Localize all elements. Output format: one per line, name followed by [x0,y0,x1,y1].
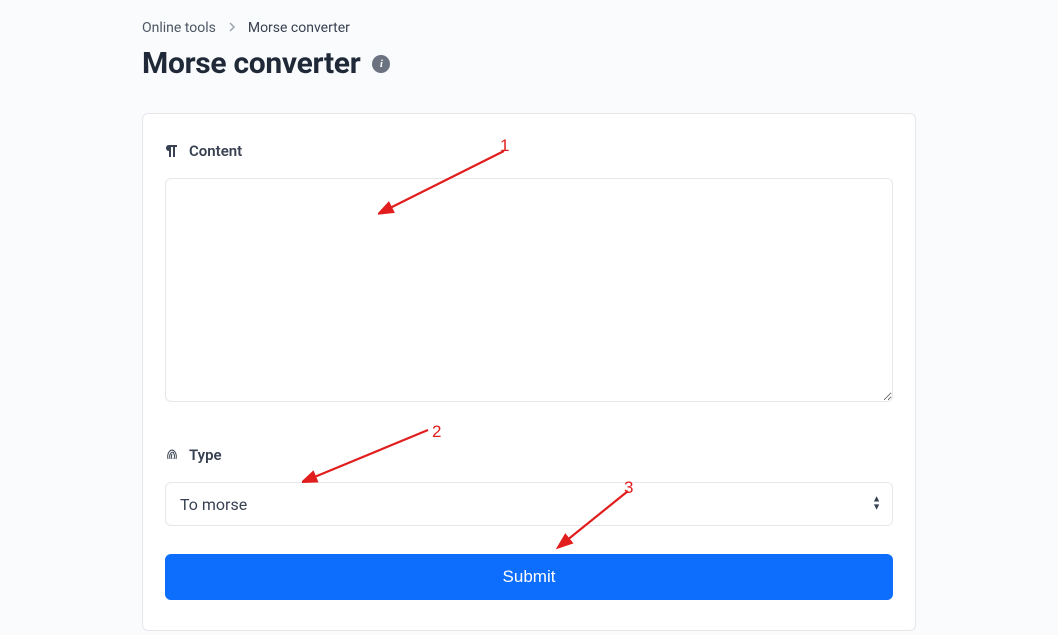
annotation-number-3: 3 [624,478,633,498]
type-field-group: Type To morse ▲▼ [165,446,893,526]
breadcrumb-root-link[interactable]: Online tools [142,20,216,36]
paragraph-icon [165,144,179,158]
type-select-wrap: To morse ▲▼ [165,482,893,526]
content-textarea[interactable] [165,178,893,402]
annotation-number-1: 1 [500,136,509,156]
content-label: Content [165,142,893,160]
type-label-text: Type [189,446,222,464]
type-label: Type [165,446,893,464]
page-title-row: Morse converter i [142,46,916,81]
fingerprint-icon [165,448,179,462]
submit-button[interactable]: Submit [165,554,893,600]
page-title: Morse converter [142,46,360,81]
chevron-right-icon [228,21,236,35]
converter-card: Content Type To morse ▲▼ Submit [142,113,916,631]
breadcrumb: Online tools Morse converter [142,20,916,36]
info-icon[interactable]: i [372,55,390,73]
content-field-group: Content [165,142,893,406]
type-select[interactable]: To morse [165,482,893,526]
content-label-text: Content [189,142,242,160]
annotation-number-2: 2 [432,422,441,442]
breadcrumb-current: Morse converter [248,20,350,36]
